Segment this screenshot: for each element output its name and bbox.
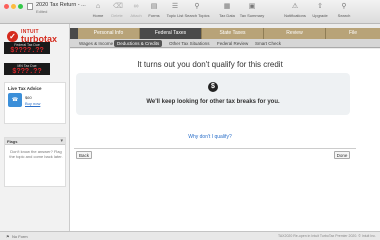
status-bar: ⚑ No Form TAX2020 Re-open in Intuit Turb… [0, 231, 380, 240]
info-card: $ We'll keep looking for other tax break… [76, 73, 350, 115]
divider [74, 148, 356, 149]
live-advice-price: $60 [25, 95, 32, 100]
subtab-wages-income[interactable]: Wages & Income [76, 40, 116, 47]
document-icon [27, 3, 33, 10]
subtab-other-tax-situations[interactable]: Other Tax Situations [166, 40, 212, 47]
toolbar-tax-summary-button[interactable]: ▣ Tax Summary [236, 3, 268, 22]
main-content: It turns out you don't qualify for this … [70, 49, 380, 231]
tab-file[interactable]: File [326, 28, 380, 39]
window-subtitle: Edited [36, 9, 48, 14]
checkmark-logo-icon: ✓ [7, 31, 18, 42]
window-title: 2020 Tax Return - ... [36, 2, 86, 8]
flags-header[interactable]: Flags ▾ [5, 138, 65, 145]
subtab-smart-check[interactable]: Smart Check [252, 40, 284, 47]
info-card-message: We'll keep looking for other tax breaks … [146, 99, 280, 105]
forms-icon: ▤ [150, 3, 158, 10]
flags-message: Don't know the answer? Flag the topic an… [9, 149, 63, 159]
live-tax-advice-panel: Live Tax Advice ☎ $60 Buy now [4, 82, 66, 124]
federal-refund-meter[interactable]: Federal Tax Due $????.?? [4, 42, 50, 55]
tab-personal-info[interactable]: Personal Info [78, 28, 140, 39]
close-window-button[interactable] [4, 4, 9, 9]
live-advice-icon: ☎ [8, 93, 22, 107]
toolbar-search-topics-button[interactable]: ⚲ Search Topics [181, 3, 213, 22]
toolbar-search-button[interactable]: ⚲ Search [328, 3, 360, 22]
tax-summary-icon: ▣ [248, 3, 256, 10]
buy-now-link[interactable]: Buy now [25, 101, 40, 106]
tax-data-icon: ▦ [223, 3, 231, 10]
topic-list-icon: ☰ [171, 3, 179, 10]
federal-refund-value: $????.?? [10, 47, 44, 55]
upgrade-icon: ⇧ [317, 3, 323, 10]
left-sidebar: ✓ INTUIT turbotax Premier Federal Tax Du… [0, 24, 70, 231]
search-topics-icon: ⚲ [194, 3, 200, 10]
page-title: It turns out you don't qualify for this … [137, 60, 283, 69]
flags-panel: Flags ▾ Don't know the answer? Flag the … [4, 137, 66, 187]
dollar-icon: $ [208, 82, 218, 92]
window-titlebar: 2020 Tax Return - ... Edited ⌂ Home ⌫ De… [0, 0, 380, 24]
status-form-label: No Form [12, 234, 28, 239]
live-advice-title: Live Tax Advice [8, 86, 42, 91]
tab-federal-taxes[interactable]: Federal Taxes [140, 28, 202, 39]
status-copyright: TAX2020 Re-open in Intuit TurboTax Premi… [277, 234, 376, 238]
why-not-qualify-link[interactable]: Why don't I qualify? [70, 134, 350, 140]
subtab-deductions-credits[interactable]: Deductions & Credits [114, 40, 163, 47]
main-tabs: Personal Info Federal Taxes State Taxes … [70, 28, 380, 39]
bell-icon: ⚠ [291, 3, 299, 10]
done-button[interactable]: Done [334, 151, 350, 159]
search-icon: ⚲ [341, 3, 347, 10]
tab-review[interactable]: Review [264, 28, 326, 39]
zoom-window-button[interactable] [18, 4, 23, 9]
back-button[interactable]: Back [76, 151, 92, 159]
flags-label: Flags [7, 139, 18, 144]
subtab-federal-review[interactable]: Federal Review [214, 40, 251, 47]
sub-tabs: Wages & Income Deductions & Credits Othe… [70, 39, 380, 48]
tab-state-taxes[interactable]: State Taxes [202, 28, 264, 39]
collapse-icon[interactable]: ▾ [60, 138, 63, 144]
flag-icon[interactable]: ⚑ [6, 234, 10, 239]
state-refund-value: $???.?? [12, 68, 42, 76]
state-refund-meter[interactable]: MN Tax Due $???.?? [4, 63, 50, 76]
minimize-window-button[interactable] [11, 4, 16, 9]
